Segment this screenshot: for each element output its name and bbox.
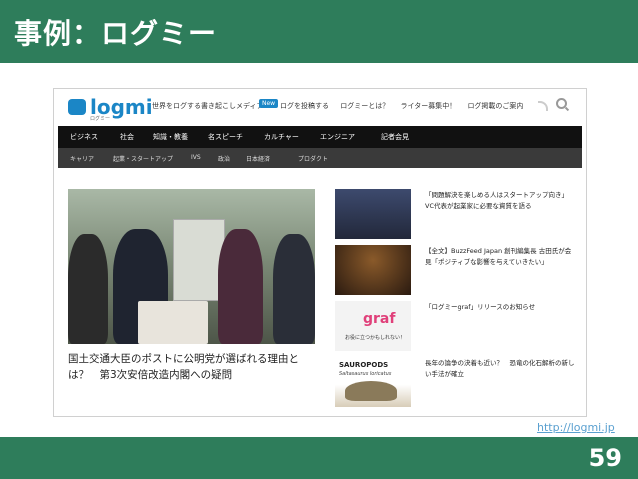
subnav-item-ivs[interactable]: IVS <box>191 154 201 161</box>
rss-icon[interactable] <box>538 101 548 111</box>
source-url[interactable]: http://logmi.jp <box>537 421 615 434</box>
site-tagline: 世界をログする書き起こしメディア <box>152 102 264 110</box>
subnav-item-career[interactable]: キャリア <box>70 154 94 163</box>
side-article[interactable]: 「問題解決を楽しめる人はスタートアップ向き」 VC代表が起業家に必要な資質を語る <box>335 189 575 239</box>
main-nav: ビジネス 社会 知識・教養 名スピーチ カルチャー エンジニア 記者会見 <box>58 126 582 148</box>
side-article[interactable]: SAUROPODS Saltasaurus loricatus 長年の論争の決着… <box>335 357 575 407</box>
logo-camera-icon <box>68 99 86 115</box>
site-header: logmi ログミー 世界をログする書き起こしメディア New ログを投稿する … <box>54 89 586 123</box>
nav-item-knowledge[interactable]: 知識・教養 <box>153 132 188 142</box>
graf-thumbnail: graf お役に立つかもしれない！ <box>335 301 411 351</box>
writer-recruit-link[interactable]: ライター募集中！ <box>400 102 456 110</box>
site-logo[interactable]: logmi ログミー <box>68 95 153 122</box>
side-article-title: 長年の論争の決着も近い？ 恐竜の化石解析の新しい手法が確立 <box>425 359 575 378</box>
new-badge: New <box>259 99 279 108</box>
dino-sublabel: Saltasaurus loricatus <box>339 371 392 377</box>
speaker-thumbnail <box>335 245 411 295</box>
sub-nav: キャリア 起業・スタートアップ IVS 政治 日本経済 プロダクト <box>58 148 582 168</box>
side-article-title: 「ログミーgraf」リリースのお知らせ <box>425 303 536 311</box>
page-number: 59 <box>588 444 622 472</box>
nav-item-engineer[interactable]: エンジニア <box>320 132 355 142</box>
nav-item-business[interactable]: ビジネス <box>70 132 98 142</box>
dinosaur-thumbnail: SAUROPODS Saltasaurus loricatus <box>335 357 411 407</box>
subnav-item-product[interactable]: プロダクト <box>298 154 328 163</box>
nav-item-press[interactable]: 記者会見 <box>381 132 409 142</box>
listing-info-link[interactable]: ログ掲載のご案内 <box>467 102 523 110</box>
about-link[interactable]: ログミーとは？ <box>340 102 389 110</box>
hero-headline[interactable]: 国土交通大臣のポストに公明党が選ばれる理由とは？ 第3次安倍改造内閣への疑問 <box>68 351 318 383</box>
dino-label: SAUROPODS <box>339 361 389 369</box>
hero-person <box>273 234 315 344</box>
subnav-item-economy[interactable]: 日本経済 <box>246 154 270 163</box>
subnav-item-startup[interactable]: 起業・スタートアップ <box>113 154 173 163</box>
nav-item-culture[interactable]: カルチャー <box>264 132 299 142</box>
hero-person <box>218 229 263 344</box>
header-links: ログを投稿する ログミーとは？ ライター募集中！ ログ掲載のご案内 <box>280 101 532 111</box>
hero-person <box>68 234 108 344</box>
dinosaur-shape <box>345 381 397 401</box>
post-log-link[interactable]: ログを投稿する <box>280 102 329 110</box>
hero-image[interactable] <box>68 189 315 344</box>
subnav-item-politics[interactable]: 政治 <box>218 154 230 163</box>
side-article[interactable]: graf お役に立つかもしれない！ 「ログミーgraf」リリースのお知らせ <box>335 301 575 351</box>
crowd-thumbnail <box>335 189 411 239</box>
side-article-title: 「問題解決を楽しめる人はスタートアップ向き」 VC代表が起業家に必要な資質を語る <box>425 191 568 210</box>
nav-item-speech[interactable]: 名スピーチ <box>208 132 243 142</box>
side-article-title: 【全文】BuzzFeed Japan 創刊編集長 古田氏が会見「ポジティブな影響… <box>425 247 572 266</box>
side-article[interactable]: 【全文】BuzzFeed Japan 創刊編集長 古田氏が会見「ポジティブな影響… <box>335 245 575 295</box>
hero-podium <box>138 301 208 344</box>
nav-item-society[interactable]: 社会 <box>120 132 134 142</box>
slide-footer-bar <box>0 437 638 479</box>
logo-subtext: ログミー <box>90 116 111 122</box>
website-screenshot: logmi ログミー 世界をログする書き起こしメディア New ログを投稿する … <box>53 88 587 417</box>
graf-label: graf <box>363 311 396 327</box>
graf-sublabel: お役に立つかもしれない！ <box>345 335 406 341</box>
slide-title: 事例：ログミー <box>14 17 218 50</box>
search-icon[interactable] <box>556 98 567 109</box>
